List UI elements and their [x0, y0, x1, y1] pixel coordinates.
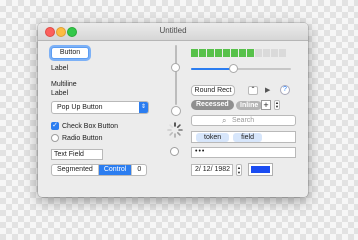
secure-dots: ••• [195, 148, 206, 155]
level-segment [191, 49, 198, 57]
token-item[interactable]: field [233, 132, 262, 142]
text-field-value: Text Field [54, 151, 84, 158]
help-icon[interactable]: ? [280, 85, 290, 95]
level-segment [199, 49, 206, 57]
token-item[interactable]: token [196, 132, 230, 142]
horizontal-slider-knob[interactable] [229, 64, 238, 73]
segment-segmented[interactable]: Segmented [52, 165, 99, 175]
checkmark-icon: ✓ [51, 122, 59, 130]
level-segment [231, 49, 238, 57]
label: Label [51, 65, 69, 72]
level-segment [239, 49, 246, 57]
window-title: Untitled [159, 26, 187, 35]
horizontal-slider-track[interactable] [191, 68, 291, 70]
level-segment [263, 49, 270, 57]
titlebar: Untitled [38, 23, 308, 41]
circular-slider[interactable] [171, 106, 181, 116]
plus-icon[interactable]: + [261, 100, 271, 110]
date-stepper-icon[interactable]: ▲ ▼ [236, 164, 242, 176]
push-button[interactable]: Button [51, 47, 89, 59]
disclosure-triangle-icon[interactable]: ⌃ [248, 86, 258, 95]
text-field[interactable]: Text Field [51, 149, 103, 160]
token-field[interactable]: token field [191, 131, 296, 143]
radio-label: Radio Button [62, 134, 103, 142]
popup-label: Pop Up Button [57, 104, 103, 111]
segmented-control[interactable]: Segmented Control 0 [51, 164, 148, 176]
level-indicator [191, 49, 286, 57]
segment-control[interactable]: Control [98, 165, 133, 175]
level-segment [271, 49, 278, 57]
level-segment [247, 49, 254, 57]
search-icon: ⌕ [222, 116, 227, 125]
disclosure-circle-icon[interactable] [170, 147, 179, 156]
checkbox[interactable]: ✓ Check Box Button [51, 122, 118, 130]
level-segment [215, 49, 222, 57]
horizontal-slider-fill [191, 68, 233, 70]
date-value: 2/ 12/ 1982 [195, 166, 231, 173]
stepper-icon[interactable]: ▲ ▼ [274, 100, 280, 110]
radio-icon [51, 134, 59, 142]
level-segment [207, 49, 214, 57]
checkbox-label: Check Box Button [62, 122, 119, 130]
round-rect-button[interactable]: Round Rect [191, 85, 235, 96]
inline-button[interactable]: Inline [236, 101, 263, 110]
color-well[interactable] [248, 163, 273, 176]
multiline-label: Multiline Label [51, 81, 77, 97]
vertical-slider-knob[interactable] [171, 63, 180, 72]
level-segment [279, 49, 286, 57]
play-icon[interactable]: ▶ [265, 86, 270, 94]
vertical-slider[interactable] [175, 45, 177, 105]
recessed-button[interactable]: Recessed [191, 100, 234, 110]
segment-zero[interactable]: 0 [132, 165, 146, 175]
popup-arrows-icon: ⇕ [139, 102, 148, 113]
secure-text-field[interactable]: ••• [191, 147, 296, 158]
popup-button[interactable]: Pop Up Button ⇕ [51, 101, 149, 114]
radio-button[interactable]: Radio Button [51, 134, 102, 142]
color-swatch [251, 166, 270, 173]
search-placeholder: Search [232, 117, 255, 124]
search-field[interactable]: ⌕ Search [191, 115, 296, 126]
window: Untitled Button Label Multiline Label Po… [38, 23, 308, 197]
level-segment [255, 49, 262, 57]
level-segment [223, 49, 230, 57]
spinner-icon [167, 122, 183, 138]
date-picker[interactable]: 2/ 12/ 1982 [191, 164, 233, 176]
